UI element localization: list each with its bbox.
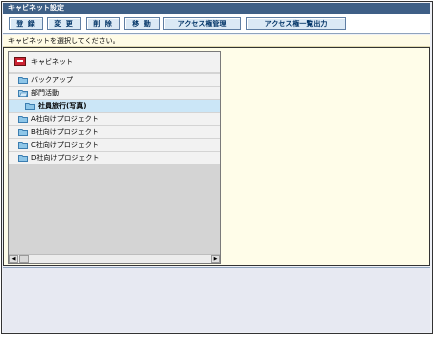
window-title: キャビネット設定 bbox=[3, 3, 430, 14]
scroll-right-icon[interactable]: ▶ bbox=[211, 255, 220, 263]
tree-item-label: D社向けプロジェクト bbox=[31, 154, 100, 162]
scroll-left-icon[interactable]: ◀ bbox=[9, 255, 18, 263]
cabinet-icon bbox=[14, 57, 26, 66]
folder-icon bbox=[18, 155, 28, 162]
tree-item-department-activities[interactable]: 部門活動 bbox=[9, 87, 220, 99]
lower-panel bbox=[3, 267, 430, 332]
tree-item-label: C社向けプロジェクト bbox=[31, 141, 99, 149]
access-management-button[interactable]: アクセス権管理 bbox=[163, 17, 241, 30]
folder-icon bbox=[18, 129, 28, 136]
folder-open-icon bbox=[18, 90, 28, 97]
tree-root-item[interactable]: キャビネット bbox=[9, 52, 220, 72]
content-area: キャビネット バックアップ 部門活動 社員旅行(写真) A社向けプロジェクト B… bbox=[3, 47, 430, 266]
register-button[interactable]: 登 録 bbox=[9, 17, 43, 30]
tree-item-project-b[interactable]: B社向けプロジェクト bbox=[9, 126, 220, 138]
folder-icon bbox=[18, 116, 28, 123]
move-button[interactable]: 移 動 bbox=[124, 17, 160, 30]
tree-item-label: A社向けプロジェクト bbox=[31, 115, 99, 123]
status-message: キャビネットを選択してください。 bbox=[3, 35, 430, 47]
horizontal-scrollbar[interactable]: ◀ ▶ bbox=[9, 254, 220, 263]
tree-item-company-trip[interactable]: 社員旅行(写真) bbox=[9, 100, 220, 112]
tree-item-project-a[interactable]: A社向けプロジェクト bbox=[9, 113, 220, 125]
tree-item-backup[interactable]: バックアップ bbox=[9, 74, 220, 86]
folder-icon bbox=[18, 142, 28, 149]
tree-item-project-c[interactable]: C社向けプロジェクト bbox=[9, 139, 220, 151]
scroll-thumb[interactable] bbox=[19, 255, 29, 263]
folder-icon bbox=[18, 77, 28, 84]
tree-item-label: 部門活動 bbox=[31, 89, 59, 97]
toolbar: 登 録 変 更 削 除 移 動 アクセス権管理 アクセス権一覧出力 bbox=[3, 14, 430, 34]
tree-item-label: B社向けプロジェクト bbox=[31, 128, 99, 136]
folder-icon bbox=[25, 103, 35, 110]
tree-root-label: キャビネット bbox=[31, 58, 73, 66]
tree-item-label: 社員旅行(写真) bbox=[38, 102, 87, 110]
tree-item-label: バックアップ bbox=[31, 76, 73, 84]
modify-button[interactable]: 変 更 bbox=[47, 17, 81, 30]
cabinet-tree: キャビネット バックアップ 部門活動 社員旅行(写真) A社向けプロジェクト B… bbox=[8, 51, 221, 264]
delete-button[interactable]: 削 除 bbox=[86, 17, 120, 30]
tree-item-project-d[interactable]: D社向けプロジェクト bbox=[9, 152, 220, 164]
access-list-export-button[interactable]: アクセス権一覧出力 bbox=[246, 17, 346, 30]
